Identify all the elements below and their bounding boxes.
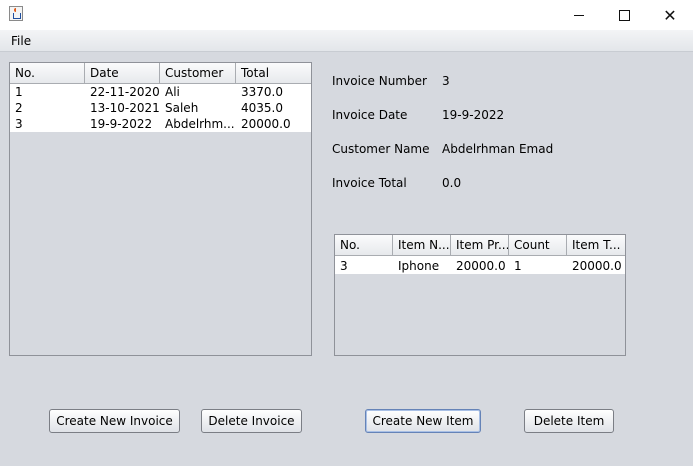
invoice-customer-cell: Abdelrhm...: [165, 117, 235, 131]
item-price-cell: 20000.0: [456, 259, 506, 273]
item-total-cell: 20000.0: [572, 259, 622, 273]
invoices-col-no[interactable]: No.: [10, 63, 85, 83]
items-col-item-total[interactable]: Item T...: [567, 235, 625, 255]
invoice-number-value: 3: [442, 74, 450, 88]
delete-item-button[interactable]: Delete Item: [524, 409, 614, 433]
create-new-item-button[interactable]: Create New Item: [365, 409, 481, 433]
customer-name-value: Abdelrhman Emad: [442, 142, 554, 156]
menu-file[interactable]: File: [11, 34, 31, 48]
title-bar: ✕: [0, 0, 693, 30]
item-count-cell: 1: [514, 259, 522, 273]
invoices-table-empty-area: [10, 132, 311, 355]
items-col-item-name[interactable]: Item N...: [393, 235, 451, 255]
items-table-empty-area: [335, 274, 625, 355]
close-button[interactable]: ✕: [647, 0, 693, 30]
invoice-no-cell: 2: [15, 101, 23, 115]
invoices-table-header: No. Date Customer Total: [10, 63, 311, 84]
table-row[interactable]: 3 Iphone 20000.0 1 20000.0: [335, 258, 625, 274]
invoices-table[interactable]: No. Date Customer Total 1 22-11-2020 Ali…: [9, 62, 312, 356]
items-table[interactable]: No. Item N... Item Pr... Count Item T...…: [334, 234, 626, 356]
menu-bar: File: [0, 30, 693, 52]
invoice-date-cell: 13-10-2021: [90, 101, 160, 115]
minimize-button[interactable]: [556, 0, 602, 30]
invoice-total-label: Invoice Total: [332, 176, 407, 190]
close-icon: ✕: [663, 5, 677, 25]
invoice-date-cell: 19-9-2022: [90, 117, 153, 131]
invoice-number-label: Invoice Number: [332, 74, 427, 88]
maximize-icon: [618, 9, 630, 21]
items-col-item-price[interactable]: Item Pr...: [451, 235, 509, 255]
invoice-date-cell: 22-11-2020: [90, 85, 160, 99]
table-row[interactable]: 2 13-10-2021 Saleh 4035.0: [10, 100, 311, 116]
items-col-count[interactable]: Count: [509, 235, 567, 255]
table-row[interactable]: 3 19-9-2022 Abdelrhm... 20000.0: [10, 116, 311, 132]
java-app-icon: [9, 6, 23, 21]
minimize-icon: [574, 14, 584, 16]
invoice-no-cell: 3: [15, 117, 23, 131]
maximize-button[interactable]: [601, 0, 647, 30]
create-new-invoice-button[interactable]: Create New Invoice: [49, 409, 180, 433]
invoices-col-date[interactable]: Date: [85, 63, 160, 83]
invoice-total-value: 0.0: [442, 176, 462, 190]
item-no-cell: 3: [340, 259, 348, 273]
table-row[interactable]: 1 22-11-2020 Ali 3370.0: [10, 84, 311, 100]
delete-invoice-button[interactable]: Delete Invoice: [201, 409, 302, 433]
invoice-total-cell: 3370.0: [241, 85, 283, 99]
invoice-total-cell: 20000.0: [241, 117, 291, 131]
invoice-no-cell: 1: [15, 85, 23, 99]
invoices-col-customer[interactable]: Customer: [160, 63, 236, 83]
invoice-total-cell: 4035.0: [241, 101, 283, 115]
invoice-customer-cell: Ali: [165, 85, 180, 99]
invoice-date-value: 19-9-2022: [442, 108, 505, 122]
items-table-header: No. Item N... Item Pr... Count Item T...: [335, 235, 625, 256]
item-name-cell: Iphone: [398, 259, 440, 273]
invoice-customer-cell: Saleh: [165, 101, 199, 115]
customer-name-label: Customer Name: [332, 142, 430, 156]
invoices-col-total[interactable]: Total: [236, 63, 311, 83]
invoice-date-label: Invoice Date: [332, 108, 408, 122]
items-col-no[interactable]: No.: [335, 235, 393, 255]
